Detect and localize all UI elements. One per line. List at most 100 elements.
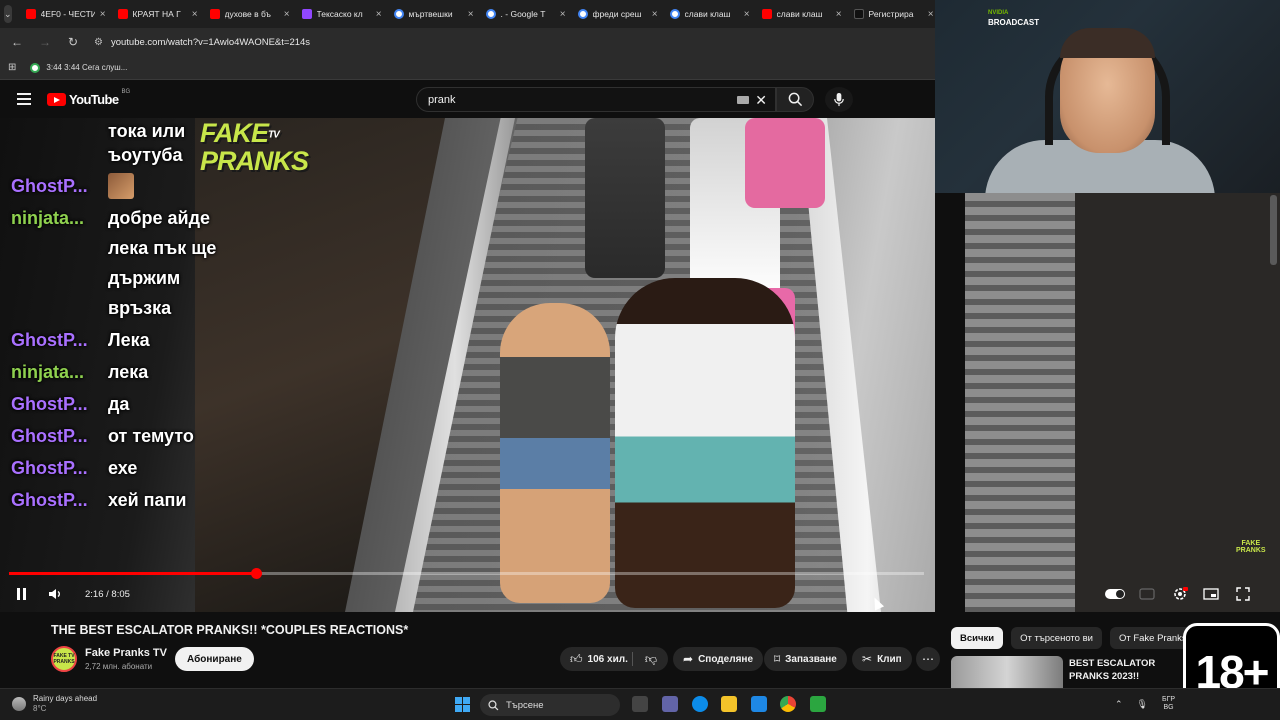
close-tab-icon[interactable]: × <box>100 9 106 20</box>
browser-tab[interactable]: 4EF0 - ЧЕСТИ × <box>20 0 112 28</box>
scrubber-handle[interactable] <box>251 568 262 579</box>
apps-grid-icon[interactable]: ⊞ <box>8 62 16 73</box>
edge-icon[interactable] <box>692 696 708 712</box>
channel-avatar[interactable]: FAKE TV PRANKS <box>51 646 77 672</box>
filter-chip[interactable]: От търсеното ви <box>1011 627 1102 649</box>
chat-text: хей папи <box>108 489 187 510</box>
tab-title: фреди среш <box>592 9 642 19</box>
browser-tab[interactable]: КРАЯТ НА Г × <box>112 0 204 28</box>
thumbs-up-icon[interactable]: 👍︎ <box>570 652 583 667</box>
filter-chip[interactable]: Всички <box>951 627 1004 649</box>
taskbar-search-placeholder: Търсене <box>506 699 544 711</box>
teams-icon[interactable] <box>662 696 678 712</box>
task-view-icon[interactable] <box>632 696 648 712</box>
volume-icon[interactable] <box>47 585 63 603</box>
like-dislike-group: 👍︎ 106 хил. 👎︎ <box>560 647 668 671</box>
close-tab-icon[interactable]: × <box>836 9 842 20</box>
microphone-tray-icon[interactable]: 🎙︎ <box>1137 699 1148 710</box>
chat-text: да <box>108 393 130 414</box>
miniplayer-icon[interactable] <box>1200 585 1222 603</box>
chat-username: ninjata... <box>11 361 85 382</box>
clear-search-icon[interactable]: ✕ <box>755 92 767 109</box>
settings-gear-icon[interactable] <box>1169 585 1191 603</box>
app-icon[interactable] <box>810 696 826 712</box>
forward-arrow-icon[interactable]: → <box>38 35 52 49</box>
browser-tab[interactable]: Регистрира × <box>848 0 940 28</box>
close-tab-icon[interactable]: × <box>744 9 750 20</box>
save-button[interactable]: ⌑ Запазване <box>764 647 847 671</box>
close-tab-icon[interactable]: × <box>192 9 198 20</box>
cloud-rain-icon <box>12 697 26 711</box>
search-input[interactable]: prank ✕ <box>416 87 776 112</box>
screen: ⌄ 4EF0 - ЧЕСТИ × КРАЯТ НА Г × духове в бъ × Те… <box>0 0 1280 720</box>
reload-icon[interactable]: ↻ <box>66 35 80 49</box>
scissors-icon: ✂ <box>862 652 873 666</box>
youtube-icon <box>117 9 128 19</box>
url-text: youtube.com/watch?v=1Awlo4WAONE&t=214s <box>110 36 311 48</box>
store-icon[interactable] <box>751 696 767 712</box>
chat-text: държим <box>108 267 181 288</box>
share-button[interactable]: ➦ Споделяне <box>673 647 763 671</box>
browser-tab[interactable]: фреди среш × <box>572 0 664 28</box>
browser-tab[interactable]: слави клаш × <box>664 0 756 28</box>
file-explorer-icon[interactable] <box>721 696 737 712</box>
chrome-icon[interactable] <box>780 696 796 712</box>
youtube-logo[interactable]: YouTube BG <box>47 89 131 107</box>
language-indicator[interactable]: БГР BG <box>1162 696 1175 712</box>
browser-tab[interactable]: . - Google Т × <box>480 0 572 28</box>
site-info-icon[interactable]: ⚙ <box>94 37 103 48</box>
menu-icon[interactable] <box>17 93 31 105</box>
bookmark-item[interactable]: 3:44 3:44 Сега слуш... <box>30 62 127 73</box>
chat-username: GhostP... <box>11 425 88 446</box>
voice-search-button[interactable] <box>825 87 853 112</box>
microphone-icon <box>834 92 844 107</box>
bookmarks-bar: ⊞ 3:44 3:44 Сега слуш... <box>0 56 935 80</box>
browser-tab[interactable]: мъртвешки × <box>388 0 480 28</box>
youtube-icon <box>25 9 36 19</box>
subscribe-button[interactable]: Абониране <box>175 647 254 671</box>
nvidia-broadcast-logo: NVIDIA BROADCAST <box>988 10 1040 27</box>
taskbar-search[interactable]: Търсене <box>480 694 620 716</box>
progress-bar[interactable] <box>9 568 924 579</box>
more-actions-icon[interactable]: ⋯ <box>916 647 940 671</box>
chat-username: GhostP... <box>11 329 88 350</box>
tab-title: слави клаш <box>684 9 731 19</box>
fullscreen-icon[interactable] <box>1232 585 1254 603</box>
recommended-video-title[interactable]: BEST ESCALATOR PRANKS 2023!! <box>1069 657 1189 683</box>
chevron-up-icon[interactable]: ⌃ <box>1115 699 1123 710</box>
recommendation-filter-chips: Всички От търсеното ви От Fake Pranks TV <box>951 627 1211 649</box>
clip-button[interactable]: ✂ Клип <box>852 647 912 671</box>
country-code: BG <box>121 89 131 95</box>
autoplay-toggle[interactable] <box>1104 585 1126 603</box>
windows-start-icon[interactable] <box>455 697 470 712</box>
browser-tab-strip: ⌄ 4EF0 - ЧЕСТИ × КРАЯТ НА Г × духове в бъ × Те… <box>0 0 935 28</box>
browser-tab[interactable]: духове в бъ × <box>204 0 296 28</box>
weather-widget[interactable]: Rainy days ahead 8°C <box>12 694 97 714</box>
close-tab-icon[interactable]: × <box>468 9 474 20</box>
tab-search-icon[interactable]: ⌄ <box>4 5 12 23</box>
like-count[interactable]: 106 хил. <box>588 654 628 665</box>
keyboard-icon[interactable] <box>737 96 749 104</box>
chat-text: от темуто <box>108 425 194 446</box>
scrollbar[interactable] <box>1270 195 1277 265</box>
subtitles-icon[interactable] <box>1136 585 1158 603</box>
recommended-video-thumbnail[interactable] <box>951 656 1063 688</box>
progress-fill <box>9 572 256 575</box>
back-arrow-icon[interactable]: ← <box>10 35 24 49</box>
address-bar[interactable]: ⚙ youtube.com/watch?v=1Awlo4WAONE&t=214s <box>94 31 927 53</box>
browser-tab[interactable]: слави клаш × <box>756 0 848 28</box>
browser-tab[interactable]: Тексаско кл × <box>296 0 388 28</box>
search-button[interactable] <box>776 87 814 112</box>
search-query: prank <box>428 93 456 106</box>
close-tab-icon[interactable]: × <box>284 9 290 20</box>
chat-username: GhostP... <box>11 175 88 196</box>
channel-name[interactable]: Fake Pranks TV <box>85 647 167 659</box>
subscriber-count: 2,72 млн. абонати <box>85 662 153 671</box>
search-icon <box>788 92 802 107</box>
close-tab-icon[interactable]: × <box>376 9 382 20</box>
pause-button[interactable] <box>14 585 28 603</box>
close-tab-icon[interactable]: × <box>652 9 658 20</box>
close-tab-icon[interactable]: × <box>928 9 934 20</box>
thumbs-down-icon[interactable]: 👎︎ <box>645 652 657 667</box>
close-tab-icon[interactable]: × <box>560 9 566 20</box>
